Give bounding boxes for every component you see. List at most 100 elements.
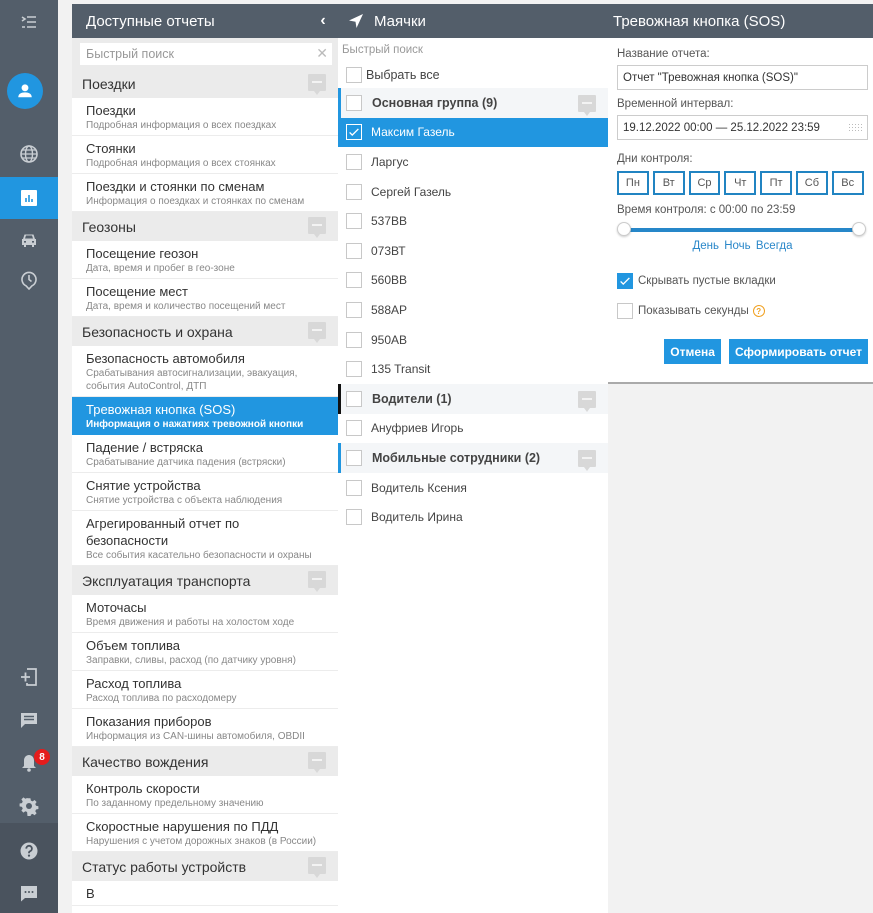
report-item[interactable]: Скоростные нарушения по ПДД Нарушения с у… <box>72 814 338 852</box>
tracker-row[interactable]: 073ВТ <box>338 236 608 266</box>
rail-item-settings[interactable] <box>0 786 58 826</box>
tracker-row[interactable]: 135 Transit <box>338 354 608 384</box>
clear-search-icon[interactable]: ✕ <box>316 45 328 62</box>
collapse-group-icon[interactable] <box>578 450 596 472</box>
slider-end-handle[interactable] <box>852 222 866 236</box>
show-seconds-checkbox[interactable] <box>617 303 633 319</box>
tracker-checkbox[interactable] <box>346 183 362 200</box>
report-item[interactable]: Расход топлива Расход топлива по расходом… <box>72 671 338 709</box>
slider-start-handle[interactable] <box>617 222 631 236</box>
user-avatar[interactable] <box>7 73 43 109</box>
help-question-icon[interactable]: ? <box>752 305 765 317</box>
tracker-checkbox[interactable] <box>346 213 362 230</box>
select-all-row[interactable]: Выбрать все <box>338 62 608 88</box>
hide-empty-checkbox[interactable] <box>617 273 633 289</box>
tracker-row[interactable]: Водитель Ирина <box>338 502 608 532</box>
collapse-category-icon[interactable] <box>308 571 326 592</box>
tracker-checkbox[interactable] <box>346 361 362 378</box>
tracker-checkbox[interactable] <box>346 124 362 141</box>
report-item[interactable]: В <box>72 881 338 906</box>
collapse-category-icon[interactable] <box>308 752 326 773</box>
time-range-slider[interactable] <box>617 222 868 238</box>
tracker-checkbox[interactable] <box>346 449 362 466</box>
tracker-checkbox[interactable] <box>346 242 362 259</box>
tracker-row[interactable]: Ларгус <box>338 147 608 177</box>
report-item[interactable]: Поездки и стоянки по сменам Информация о … <box>72 174 338 212</box>
report-item[interactable]: Посещение геозон Дата, время и пробег в г… <box>72 241 338 279</box>
report-category[interactable]: Статус работы устройств <box>72 852 338 881</box>
hide-empty-row[interactable]: Скрывать пустые вкладки <box>617 273 868 289</box>
report-item[interactable]: Посещение мест Дата, время и количество п… <box>72 279 338 317</box>
tracker-checkbox[interactable] <box>346 331 362 348</box>
rail-item-help[interactable] <box>0 831 58 871</box>
collapse-group-icon[interactable] <box>578 95 596 116</box>
rail-item-chat[interactable] <box>0 873 58 913</box>
report-category[interactable]: Безопасность и охрана <box>72 317 338 346</box>
report-category[interactable]: Поездки <box>72 69 338 98</box>
report-item[interactable]: Стоянки Подробная информация о всех стоян… <box>72 136 338 174</box>
rail-item-history[interactable] <box>0 260 58 300</box>
day-toggle[interactable]: Чт <box>724 171 757 195</box>
trackers-search-input[interactable] <box>342 44 608 56</box>
tracker-row[interactable]: Сергей Газель <box>338 177 608 207</box>
preset-night-link[interactable]: Ночь <box>724 240 750 252</box>
tracker-row[interactable]: Максим Газель <box>338 117 608 148</box>
day-toggle[interactable]: Вт <box>652 171 685 195</box>
tracker-group-row[interactable]: Водители (1) <box>338 383 608 414</box>
tracker-row[interactable]: Ануфриев Игорь <box>338 414 608 444</box>
collapse-group-icon[interactable] <box>578 390 596 412</box>
show-seconds-row[interactable]: Показывать секунды ? <box>617 303 868 319</box>
report-item[interactable]: Показания приборов Информация из CAN-шины… <box>72 709 338 747</box>
report-item[interactable]: Агрегированный отчет по безопасности Все … <box>72 511 338 566</box>
select-all-checkbox[interactable] <box>346 67 362 83</box>
tracker-row[interactable]: 588АР <box>338 295 608 325</box>
tracker-checkbox[interactable] <box>346 272 362 289</box>
report-item[interactable]: Контроль скорости По заданному предельном… <box>72 776 338 814</box>
day-toggle[interactable]: Пт <box>760 171 792 195</box>
collapse-category-icon[interactable] <box>308 217 326 238</box>
day-toggle[interactable]: Сб <box>795 171 828 195</box>
rail-item-map[interactable] <box>0 134 58 174</box>
rail-item-reports[interactable] <box>0 177 58 219</box>
preset-always-link[interactable]: Всегда <box>756 240 793 252</box>
rail-item-messages[interactable] <box>0 700 58 740</box>
reports-search-input[interactable] <box>80 43 332 65</box>
rail-item-notifications[interactable] <box>0 743 58 783</box>
tracker-row[interactable]: 560ВВ <box>338 266 608 296</box>
tracker-checkbox[interactable] <box>346 301 362 318</box>
report-item[interactable]: Безопасность автомобиля Срабатывания авто… <box>72 346 338 397</box>
tracker-checkbox[interactable] <box>346 390 362 407</box>
collapse-panel-button[interactable]: ‹ <box>316 12 330 30</box>
tracker-group-row[interactable]: Мобильные сотрудники (2) <box>338 443 608 473</box>
tracker-checkbox[interactable] <box>346 153 362 170</box>
collapse-category-icon[interactable] <box>308 857 326 878</box>
tracker-row[interactable]: 537ВВ <box>338 206 608 236</box>
report-item[interactable]: Поездки Подробная информация о всех поезд… <box>72 98 338 136</box>
tracker-row[interactable]: 950АВ <box>338 325 608 355</box>
day-toggle[interactable]: Ср <box>688 171 721 195</box>
report-item[interactable]: Снятие устройства Снятие устройства с объ… <box>72 473 338 511</box>
preset-day-link[interactable]: День <box>693 240 720 252</box>
collapse-category-icon[interactable] <box>308 322 326 343</box>
tracker-checkbox[interactable] <box>346 94 362 111</box>
report-item[interactable]: Падение / встряска Срабатывание датчика п… <box>72 435 338 473</box>
generate-report-button[interactable]: Сформировать отчет <box>728 339 868 364</box>
report-item[interactable]: Моточасы Время движения и работы на холос… <box>72 595 338 633</box>
menu-expand-button[interactable] <box>0 2 58 42</box>
tracker-checkbox[interactable] <box>346 420 362 437</box>
report-item[interactable]: Объем топлива Заправки, сливы, расход (по… <box>72 633 338 671</box>
collapse-category-icon[interactable] <box>308 74 326 95</box>
tracker-checkbox[interactable] <box>346 509 362 526</box>
report-category[interactable]: Качество вождения <box>72 747 338 776</box>
tracker-row[interactable]: Водитель Ксения <box>338 473 608 503</box>
cancel-button[interactable]: Отмена <box>664 339 721 364</box>
day-toggle[interactable]: Пн <box>617 171 649 195</box>
report-category[interactable]: Геозоны <box>72 212 338 241</box>
tracker-group-row[interactable]: Основная группа (9) <box>338 88 608 118</box>
calendar-icon[interactable] <box>848 123 862 133</box>
rail-item-login[interactable] <box>0 657 58 697</box>
tracker-checkbox[interactable] <box>346 479 362 496</box>
rail-item-vehicles[interactable] <box>0 220 58 260</box>
report-name-input[interactable]: Отчет "Тревожная кнопка (SOS)" <box>617 65 868 90</box>
report-category[interactable]: Эксплуатация транспорта <box>72 566 338 595</box>
